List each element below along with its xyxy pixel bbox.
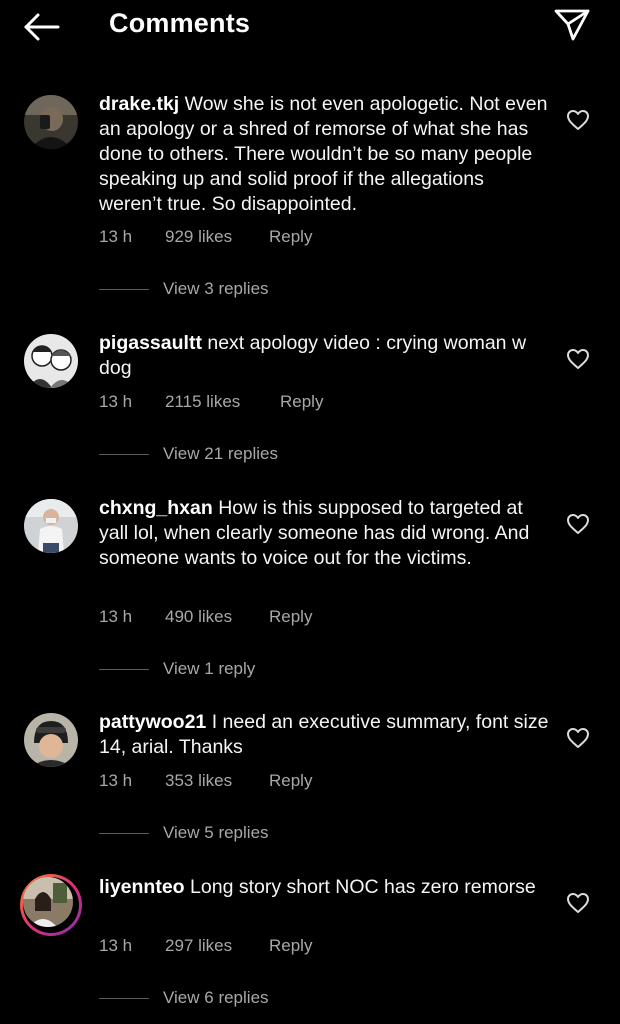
page-title: Comments	[109, 8, 251, 38]
avatar-photo-icon	[24, 95, 78, 149]
comment-likes[interactable]: 490 likes	[165, 607, 232, 627]
comment-likes[interactable]: 353 likes	[165, 771, 232, 791]
heart-icon	[567, 349, 589, 369]
view-replies-label: View 3 replies	[163, 279, 269, 298]
comment-likes[interactable]: 2115 likes	[165, 392, 240, 412]
comment-likes[interactable]: 929 likes	[165, 227, 232, 247]
view-replies-label: View 6 replies	[163, 988, 269, 1007]
view-replies-label: View 5 replies	[163, 823, 269, 842]
comment-time: 13 h	[99, 607, 133, 626]
avatar-drawing-icon	[24, 334, 78, 388]
avatar[interactable]	[24, 334, 78, 388]
comment-username[interactable]: pigassaultt	[99, 332, 202, 354]
heart-icon	[567, 110, 589, 130]
replies-divider	[99, 289, 149, 290]
avatar-photo-icon	[24, 499, 78, 553]
heart-icon	[567, 728, 589, 748]
avatar[interactable]	[24, 713, 78, 767]
share-button[interactable]	[553, 8, 591, 42]
arrow-left-icon	[24, 13, 60, 41]
heart-icon	[567, 514, 589, 534]
like-button[interactable]	[566, 727, 590, 749]
like-button[interactable]	[566, 892, 590, 914]
like-button[interactable]	[566, 109, 590, 131]
avatar[interactable]	[24, 499, 78, 553]
comment-text: Long story short NOC has zero remorse	[190, 876, 536, 898]
comment-time: 13 h	[99, 936, 133, 955]
avatar-photo-icon	[23, 877, 73, 927]
heart-icon	[567, 893, 589, 913]
like-button[interactable]	[566, 348, 590, 370]
comment-time: 13 h	[99, 771, 133, 790]
replies-divider	[99, 454, 149, 455]
comment-username[interactable]: drake.tkj	[99, 93, 179, 115]
avatar	[23, 877, 73, 927]
comment-username[interactable]: chxng_hxan	[99, 497, 213, 519]
paper-plane-icon	[554, 9, 590, 41]
comment-time: 13 h	[99, 392, 133, 411]
header-bar: Comments	[0, 0, 620, 52]
avatar-photo-icon	[24, 713, 78, 767]
comment-username[interactable]: pattywoo21	[99, 711, 206, 733]
avatar[interactable]	[24, 95, 78, 149]
reply-button[interactable]: Reply	[269, 227, 312, 247]
replies-divider	[99, 998, 149, 999]
replies-divider	[99, 669, 149, 670]
reply-button[interactable]: Reply	[280, 392, 323, 412]
view-replies-label: View 1 reply	[163, 659, 256, 678]
like-button[interactable]	[566, 513, 590, 535]
avatar-with-story-ring[interactable]	[20, 874, 82, 936]
comment-time: 13 h	[99, 227, 133, 246]
view-replies-label: View 21 replies	[163, 444, 278, 463]
reply-button[interactable]: Reply	[269, 607, 312, 627]
reply-button[interactable]: Reply	[269, 936, 312, 956]
back-button[interactable]	[22, 10, 62, 44]
replies-divider	[99, 833, 149, 834]
comment-likes[interactable]: 297 likes	[165, 936, 232, 956]
reply-button[interactable]: Reply	[269, 771, 312, 791]
comment-username[interactable]: liyennteo	[99, 876, 185, 898]
